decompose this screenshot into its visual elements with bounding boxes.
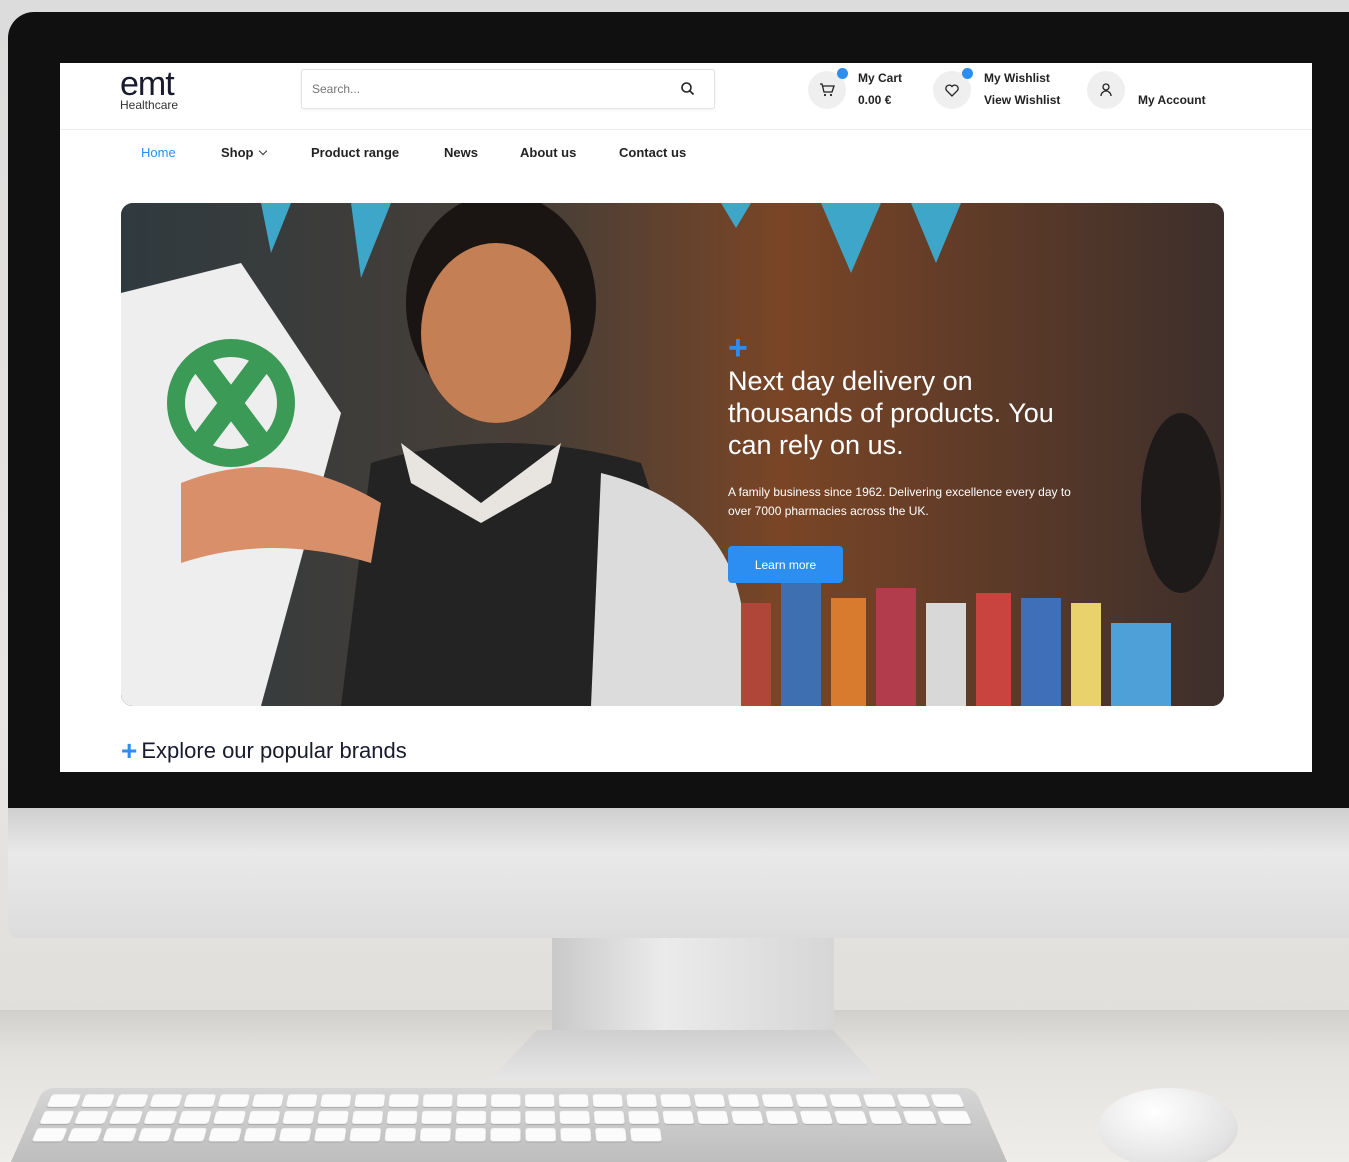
section-title: Explore our popular brands bbox=[141, 738, 407, 763]
plus-icon: + bbox=[121, 735, 138, 766]
logo-wordmark: emt bbox=[120, 65, 175, 103]
user-icon[interactable] bbox=[1087, 71, 1125, 109]
site-header: emt Healthcare My Cart 0.00 € My Wishlis… bbox=[60, 63, 1312, 130]
nav-product-range[interactable]: Product range bbox=[311, 145, 399, 160]
cart-badge bbox=[837, 68, 848, 79]
monitor-stand bbox=[552, 938, 834, 1033]
account-link[interactable]: My Account bbox=[1138, 89, 1206, 111]
wishlist-badge bbox=[962, 68, 973, 79]
search-input[interactable] bbox=[302, 70, 662, 108]
nav-shop-label: Shop bbox=[221, 145, 254, 160]
logo[interactable]: emt Healthcare bbox=[120, 67, 200, 117]
logo-subtitle: Healthcare bbox=[120, 98, 179, 112]
main-nav: Home Shop Product range News About us Co… bbox=[60, 142, 1312, 164]
hero-subtitle: A family business since 1962. Delivering… bbox=[728, 485, 1071, 518]
wishlist-link[interactable]: View Wishlist bbox=[984, 89, 1060, 111]
heart-icon[interactable] bbox=[933, 68, 973, 109]
section-heading: + Explore our popular brands bbox=[121, 735, 407, 767]
nav-contact[interactable]: Contact us bbox=[619, 145, 686, 160]
nav-news[interactable]: News bbox=[444, 145, 478, 160]
search-box bbox=[301, 69, 715, 109]
cart-title[interactable]: My Cart bbox=[858, 67, 902, 89]
wishlist-title[interactable]: My Wishlist bbox=[984, 67, 1050, 89]
hero-banner: + Next day delivery on thousands of prod… bbox=[121, 203, 1224, 706]
cart-icon[interactable] bbox=[808, 68, 848, 109]
nav-shop[interactable]: Shop bbox=[221, 145, 267, 160]
nav-about[interactable]: About us bbox=[520, 145, 576, 160]
search-icon[interactable] bbox=[680, 81, 696, 97]
monitor-foot bbox=[490, 1030, 880, 1080]
mouse bbox=[1098, 1088, 1238, 1162]
hero-title: Next day delivery on thousands of produc… bbox=[728, 366, 1054, 460]
plus-icon: + bbox=[728, 329, 748, 367]
chevron-down-icon bbox=[258, 146, 267, 156]
nav-home[interactable]: Home bbox=[141, 145, 176, 160]
browser-screen: emt Healthcare My Cart 0.00 € My Wishlis… bbox=[60, 63, 1312, 772]
monitor-chin bbox=[8, 808, 1349, 938]
cart-total: 0.00 € bbox=[858, 93, 892, 107]
keyboard bbox=[10, 1088, 1008, 1162]
learn-more-button[interactable]: Learn more bbox=[728, 546, 843, 583]
